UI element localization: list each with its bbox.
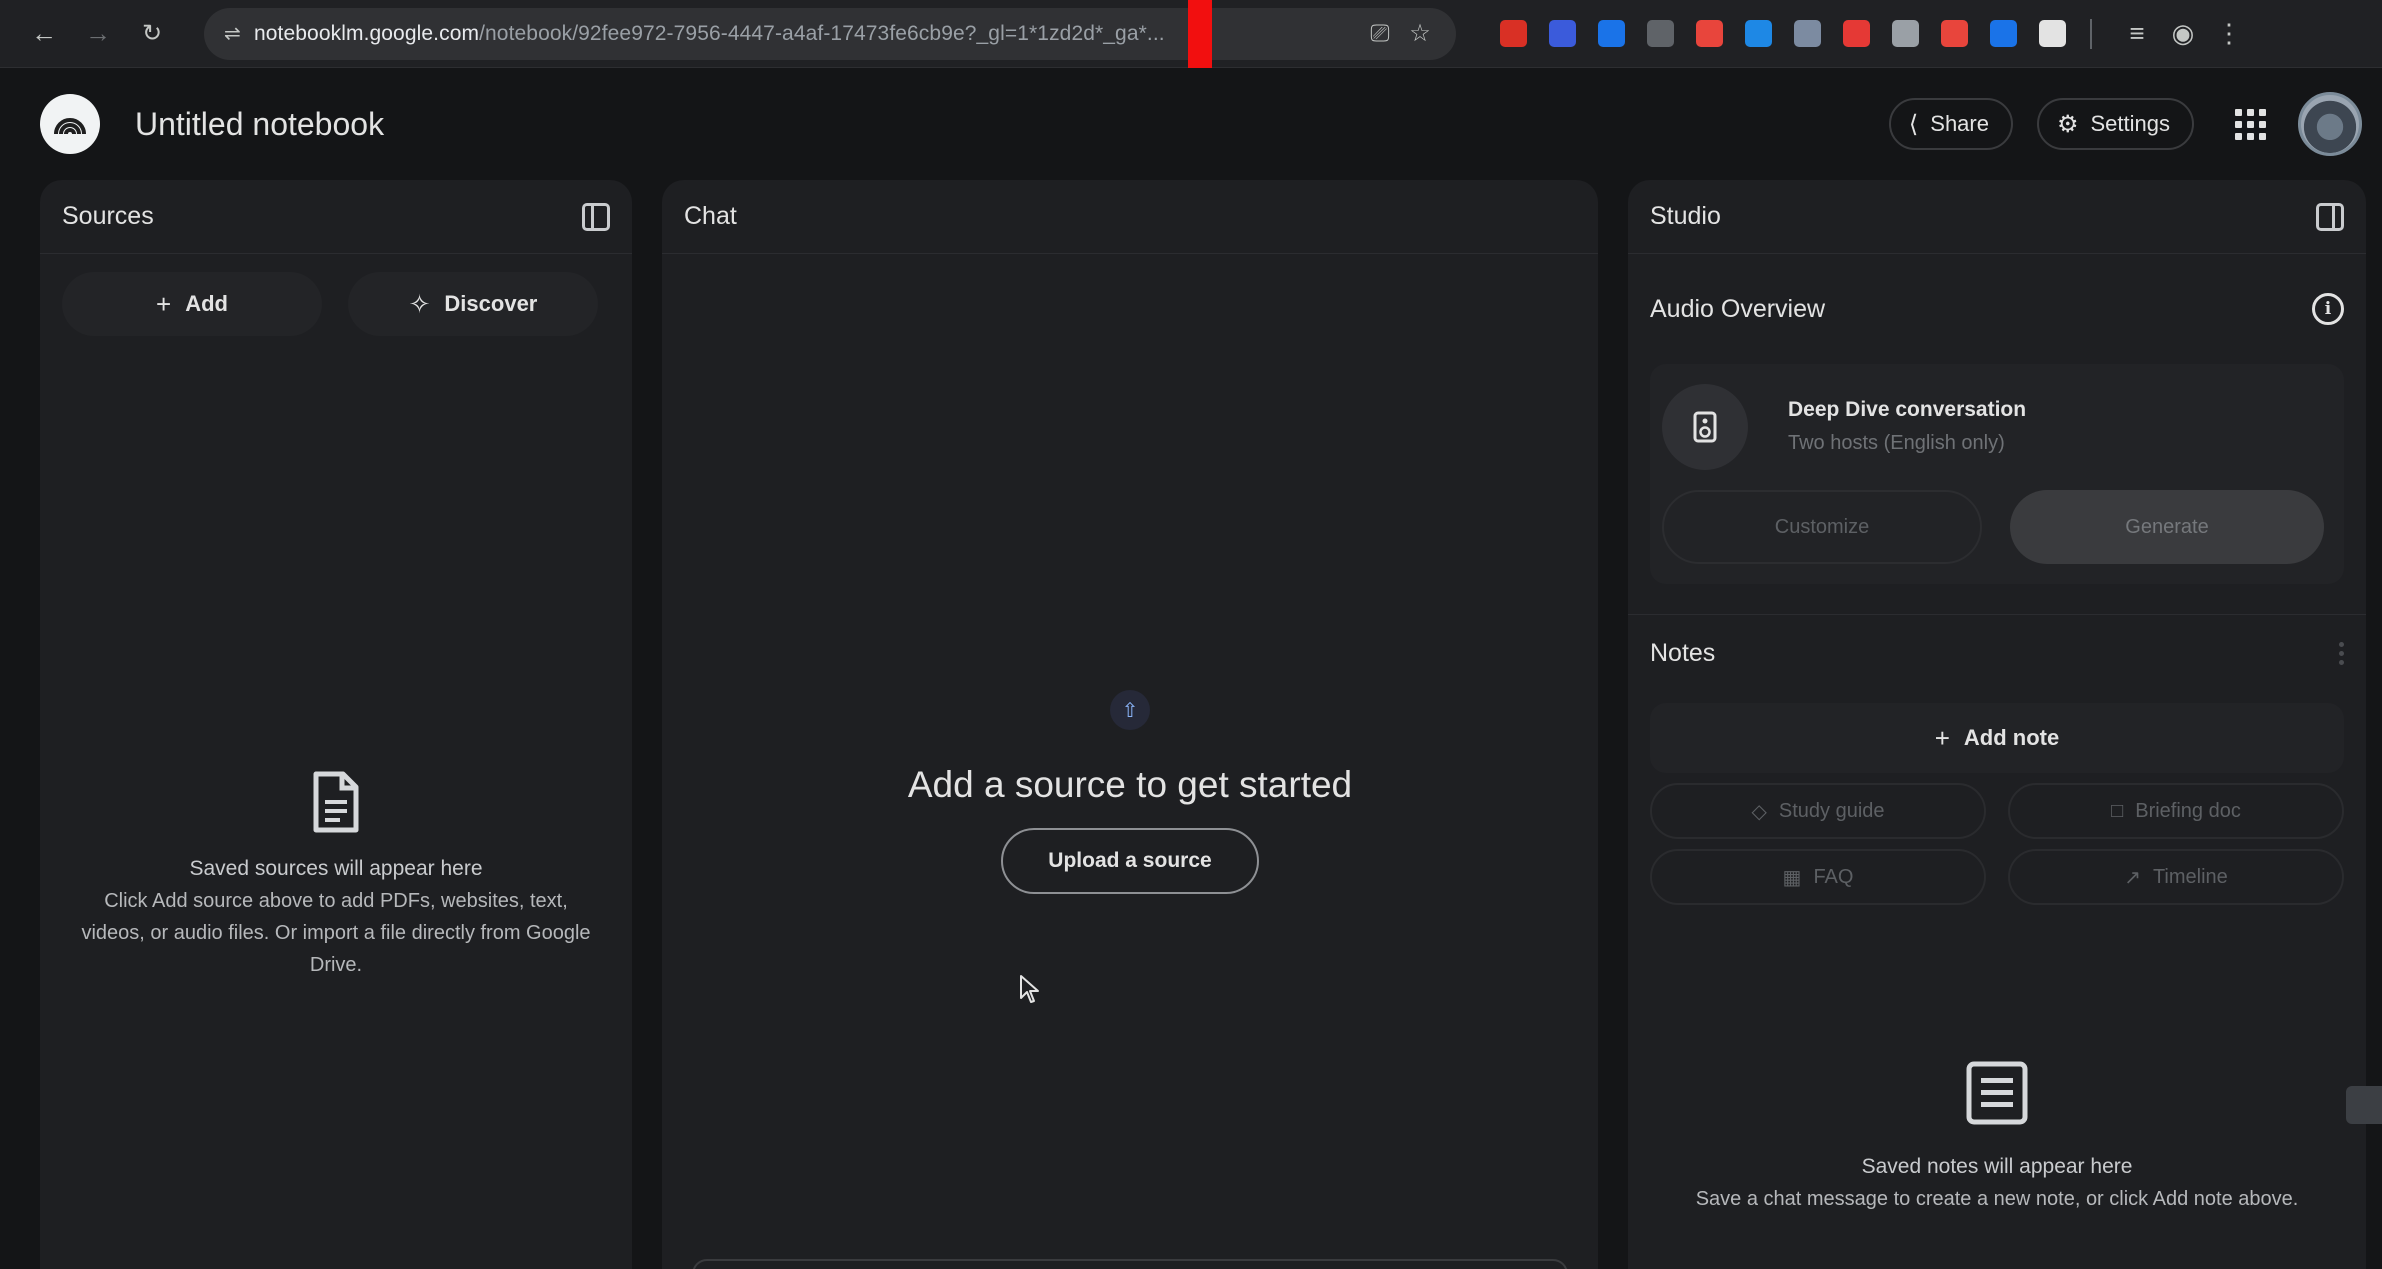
- discover-icon: ✧: [408, 288, 431, 319]
- sources-title: Sources: [62, 202, 154, 230]
- toolbar-divider: [2090, 18, 2092, 49]
- mouse-cursor-icon: [1020, 975, 1039, 1003]
- sources-header: Sources: [40, 180, 632, 254]
- extension-icon[interactable]: [1892, 20, 1919, 47]
- customize-button[interactable]: Customize: [1662, 490, 1982, 564]
- reload-icon[interactable]: ↻: [130, 12, 174, 56]
- notes-title: Notes: [1650, 638, 1716, 667]
- collapse-panel-icon[interactable]: [582, 202, 610, 231]
- chrome-menu-icon[interactable]: ⋮: [2206, 18, 2252, 49]
- chat-header: Chat: [662, 180, 1598, 254]
- site-settings-icon[interactable]: ⇌: [224, 21, 254, 46]
- notes-header: Notes: [1628, 615, 2366, 691]
- google-apps-icon[interactable]: [2230, 104, 2270, 144]
- study-guide-button[interactable]: ◇ Study guide: [1650, 783, 1986, 839]
- url-host: notebooklm.google.com: [254, 21, 480, 45]
- share-label: Share: [1930, 111, 1989, 136]
- collapse-panel-icon[interactable]: [2316, 202, 2344, 231]
- info-icon[interactable]: i: [2312, 293, 2344, 325]
- notes-empty-text: Save a chat message to create a new note…: [1695, 1188, 2299, 1210]
- extension-icon[interactable]: [1843, 20, 1870, 47]
- study-guide-label: Study guide: [1778, 799, 1885, 822]
- audio-overview-card: Deep Dive conversation Two hosts (Englis…: [1650, 364, 2344, 584]
- extension-icon[interactable]: [1598, 20, 1625, 47]
- chat-title: Chat: [684, 202, 737, 230]
- audio-overview-header: Audio Overview i: [1628, 254, 2366, 364]
- extension-icon[interactable]: [1745, 20, 1772, 47]
- plus-icon: +: [156, 288, 172, 319]
- extension-icon[interactable]: [2039, 20, 2066, 47]
- notebook-title[interactable]: Untitled notebook: [135, 106, 384, 143]
- add-note-button[interactable]: + Add note: [1650, 703, 2344, 773]
- extension-icon[interactable]: [1990, 20, 2017, 47]
- speaker-icon: [1662, 384, 1748, 470]
- sources-actions: + Add ✧ Discover: [40, 254, 632, 354]
- url-path: /notebook/92fee972-7956-4447-a4af-17473f…: [479, 21, 1050, 45]
- cast-icon[interactable]: ⎚: [1360, 20, 1400, 48]
- audio-title: Deep Dive conversation: [1788, 398, 2027, 421]
- audio-subtitle: Two hosts (English only): [1788, 432, 2005, 454]
- settings-button[interactable]: ⚙ Settings: [2036, 98, 2194, 150]
- extensions-bar: [1500, 20, 2088, 47]
- briefing-doc-icon: □: [2111, 799, 2124, 822]
- chat-panel: Chat ⇧ Add a source to get started Uploa…: [662, 180, 1598, 1269]
- settings-label: Settings: [2090, 111, 2171, 136]
- header-actions: ⟨ Share ⚙ Settings: [1865, 68, 2362, 180]
- studio-panel: Studio Audio Overview i Deep Dive conver…: [1628, 180, 2366, 1269]
- notebooklm-logo-icon[interactable]: [40, 94, 100, 154]
- plus-icon: +: [1934, 722, 1950, 753]
- sources-panel: Sources + Add ✧ Discover Saved sources w…: [40, 180, 632, 1269]
- note-icon: [1966, 1061, 2028, 1125]
- sources-empty-text: Click Add source above to add PDFs, webs…: [81, 890, 591, 976]
- document-icon: [313, 771, 359, 833]
- note-templates: ◇ Study guide □ Briefing doc ▦ FAQ ↗ Tim…: [1650, 783, 2344, 905]
- faq-button[interactable]: ▦ FAQ: [1650, 849, 1986, 905]
- back-arrow-icon[interactable]: ←: [22, 12, 66, 56]
- extension-icon[interactable]: [1794, 20, 1821, 47]
- timeline-label: Timeline: [2152, 865, 2228, 888]
- studio-title: Studio: [1650, 202, 1721, 230]
- faq-icon: ▦: [1782, 866, 1802, 889]
- timeline-icon: ↗: [2124, 866, 2141, 889]
- extension-icon[interactable]: [1941, 20, 1968, 47]
- extension-icon[interactable]: [1696, 20, 1723, 47]
- share-icon: ⟨: [1908, 110, 1919, 138]
- reading-list-icon[interactable]: ≡: [2114, 18, 2160, 49]
- profile-icon[interactable]: ◉: [2160, 18, 2206, 49]
- graduation-cap-icon: ◇: [1751, 800, 1767, 823]
- chat-empty-title: Add a source to get started: [907, 764, 1353, 805]
- address-bar[interactable]: ⇌ notebooklm.google.com/notebook/92fee97…: [204, 7, 1456, 60]
- upload-source-button[interactable]: Upload a source: [1001, 828, 1259, 894]
- briefing-doc-button[interactable]: □ Briefing doc: [2008, 783, 2344, 839]
- notes-empty-title: Saved notes will appear here: [1861, 1155, 2133, 1178]
- add-source-label: Add: [185, 291, 228, 316]
- briefing-doc-label: Briefing doc: [2135, 799, 2241, 822]
- account-avatar[interactable]: [2298, 92, 2362, 156]
- share-button[interactable]: ⟨ Share: [1888, 98, 2013, 150]
- add-source-button[interactable]: + Add: [62, 272, 322, 336]
- sources-empty-title: Saved sources will appear here: [189, 857, 483, 880]
- bookmark-star-icon[interactable]: ☆: [1400, 19, 1440, 48]
- screen: ← → ↻ ⇌ notebooklm.google.com/notebook/9…: [0, 0, 2382, 1269]
- side-panel-tab[interactable]: [2346, 1086, 2382, 1124]
- more-options-icon[interactable]: [2339, 640, 2344, 667]
- sources-empty-state: Saved sources will appear here Click Add…: [40, 770, 632, 981]
- chat-input-box[interactable]: [692, 1259, 1568, 1269]
- faq-label: FAQ: [1813, 865, 1854, 888]
- generate-button[interactable]: Generate: [2010, 490, 2324, 564]
- gear-icon: ⚙: [2056, 110, 2079, 138]
- app-header: Untitled notebook ⟨ Share ⚙ Settings: [0, 68, 2382, 180]
- upload-icon: ⇧: [1110, 690, 1150, 730]
- discover-sources-button[interactable]: ✧ Discover: [348, 272, 598, 336]
- forward-arrow-icon[interactable]: →: [76, 12, 120, 56]
- timeline-button[interactable]: ↗ Timeline: [2008, 849, 2344, 905]
- audio-overview-title: Audio Overview: [1650, 294, 1826, 323]
- extension-icon[interactable]: [1549, 20, 1576, 47]
- notes-empty-state: Saved notes will appear here Save a chat…: [1628, 1060, 2366, 1215]
- extension-icon[interactable]: [1647, 20, 1674, 47]
- add-note-label: Add note: [1963, 725, 2060, 750]
- discover-label: Discover: [444, 291, 538, 316]
- extension-icon[interactable]: [1500, 20, 1527, 47]
- studio-header: Studio: [1628, 180, 2366, 254]
